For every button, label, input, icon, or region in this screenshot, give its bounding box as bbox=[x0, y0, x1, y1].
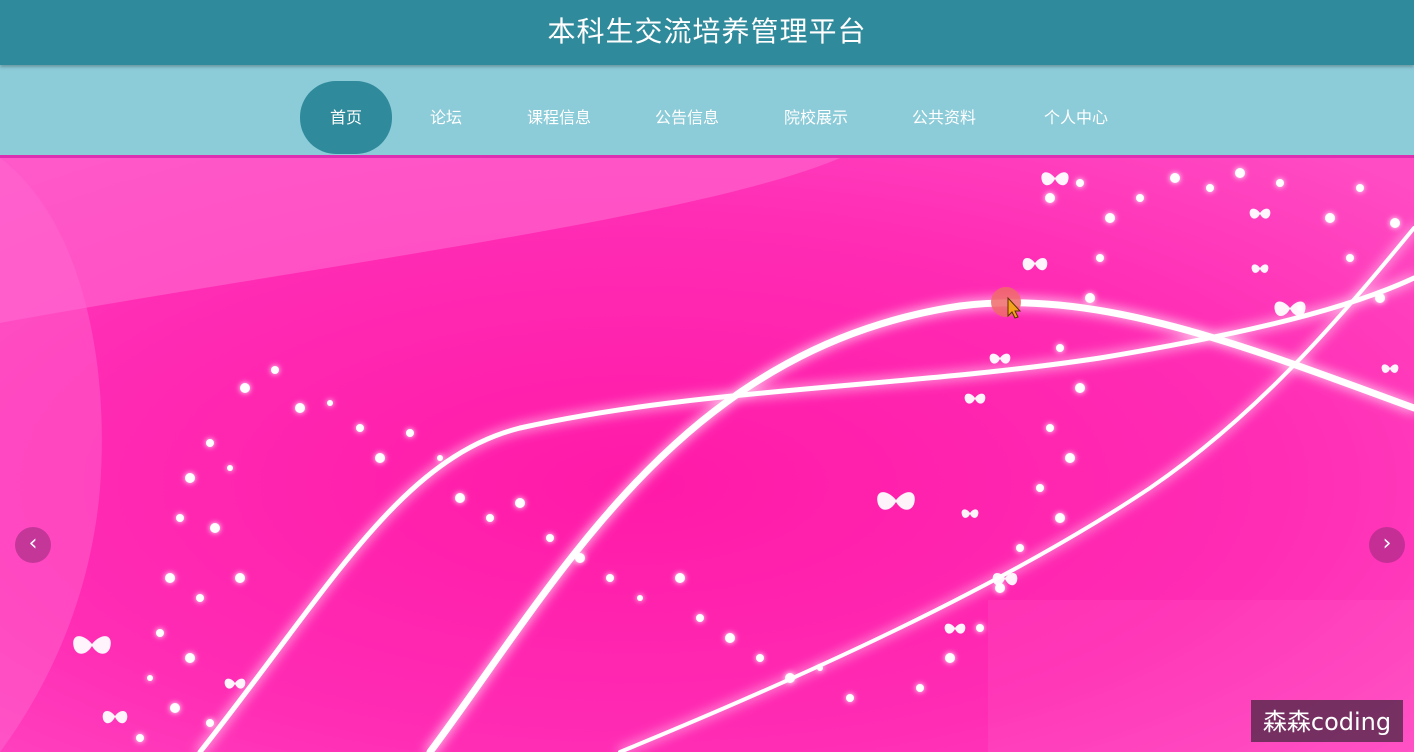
banner-carousel[interactable]: ‹ › bbox=[0, 158, 1414, 752]
nav-item-course-info[interactable]: 课程信息 bbox=[508, 81, 610, 154]
nav-divider bbox=[0, 155, 1414, 158]
nav-item-public-materials[interactable]: 公共资料 bbox=[893, 81, 995, 154]
chevron-right-icon: › bbox=[1382, 531, 1392, 556]
carousel-next-button[interactable]: › bbox=[1369, 527, 1405, 563]
banner-image bbox=[0, 158, 1414, 752]
nav-item-announcements[interactable]: 公告信息 bbox=[636, 81, 738, 154]
main-nav: 首页 论坛 课程信息 公告信息 院校展示 公共资料 个人中心 bbox=[0, 65, 1414, 157]
carousel-prev-button[interactable]: ‹ bbox=[15, 527, 51, 563]
mouse-cursor-icon bbox=[990, 286, 1024, 320]
chevron-left-icon: ‹ bbox=[28, 531, 38, 556]
nav-item-school-showcase[interactable]: 院校展示 bbox=[765, 81, 867, 154]
nav-item-forum[interactable]: 论坛 bbox=[413, 81, 479, 154]
top-header: 本科生交流培养管理平台 bbox=[0, 0, 1414, 65]
watermark-label: 森森coding bbox=[1251, 700, 1403, 742]
nav-item-personal-center[interactable]: 个人中心 bbox=[1025, 81, 1127, 154]
nav-item-home[interactable]: 首页 bbox=[300, 81, 392, 154]
site-title: 本科生交流培养管理平台 bbox=[547, 15, 867, 48]
